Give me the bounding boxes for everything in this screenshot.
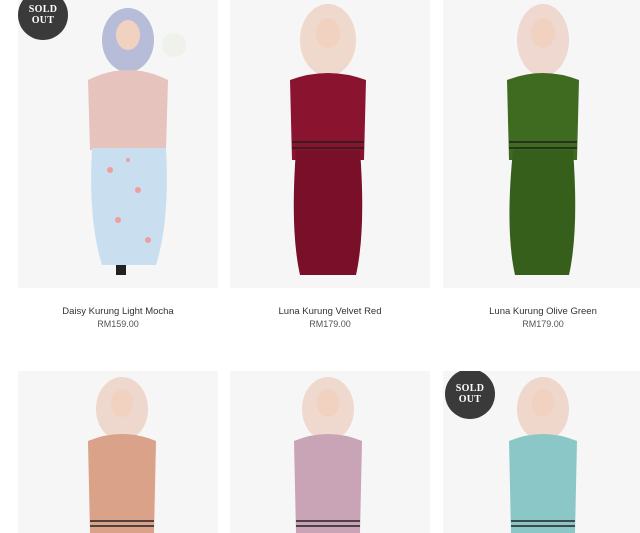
- product-card-1[interactable]: SOLD OUT Daisy Kurung Light Mocha RM159.0…: [18, 0, 218, 329]
- product-name[interactable]: Luna Kurung Velvet Red: [230, 306, 430, 317]
- product-card-2[interactable]: Luna Kurung Velvet Red RM179.00: [230, 0, 430, 329]
- product-name[interactable]: Luna Kurung Olive Green: [443, 306, 640, 317]
- product-image[interactable]: [230, 0, 430, 288]
- product-price: RM179.00: [309, 319, 351, 329]
- product-image[interactable]: [230, 371, 430, 533]
- product-grid: SOLD OUT Daisy Kurung Light Mocha RM159.0…: [0, 0, 640, 533]
- product-price: RM179.00: [522, 319, 564, 329]
- product-price: RM159.00: [97, 319, 139, 329]
- product-image[interactable]: [443, 0, 640, 288]
- product-card-6[interactable]: SOLD OUT: [443, 371, 640, 533]
- product-name[interactable]: Daisy Kurung Light Mocha: [18, 306, 218, 317]
- product-card-4[interactable]: [18, 371, 218, 533]
- product-image[interactable]: SOLD OUT: [443, 371, 640, 533]
- sold-out-badge: SOLD OUT: [445, 371, 495, 419]
- product-card-5[interactable]: [230, 371, 430, 533]
- product-image[interactable]: SOLD OUT: [18, 0, 218, 288]
- product-image[interactable]: [18, 371, 218, 533]
- product-card-3[interactable]: Luna Kurung Olive Green RM179.00: [443, 0, 640, 329]
